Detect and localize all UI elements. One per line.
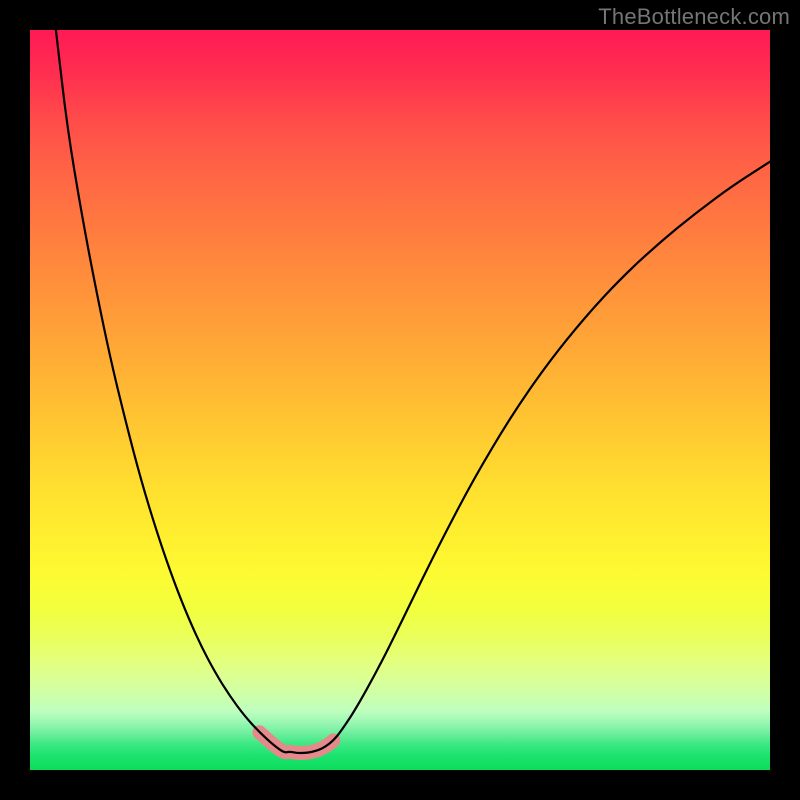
curve-layer	[30, 30, 770, 770]
bottleneck-curve	[56, 30, 770, 753]
plot-area	[30, 30, 770, 770]
chart-frame: TheBottleneck.com	[0, 0, 800, 800]
watermark-text: TheBottleneck.com	[598, 4, 790, 30]
